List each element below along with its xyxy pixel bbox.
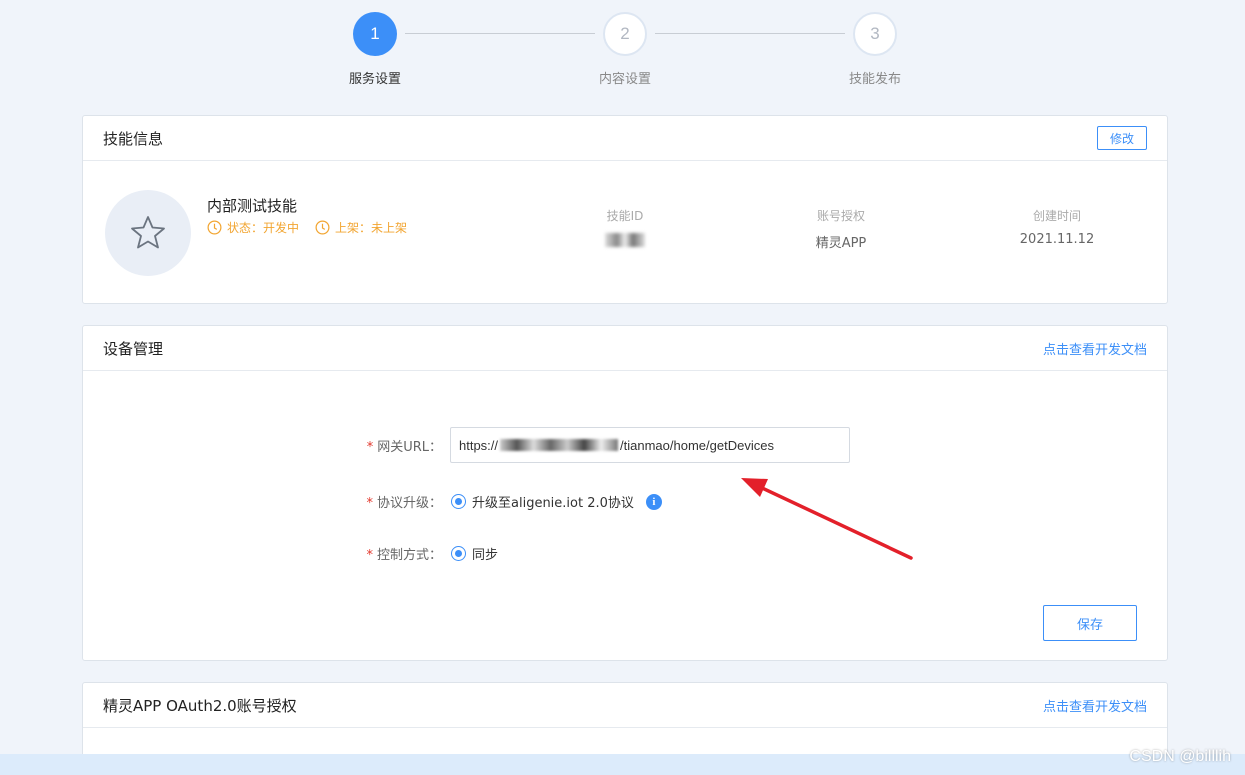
- gateway-label: * 网关URL：: [366, 439, 442, 455]
- step-number: 3: [853, 12, 897, 56]
- step-label: 服务设置: [348, 72, 401, 87]
- radio-button[interactable]: [451, 494, 466, 509]
- shelf-tag: 上架：未上架: [315, 219, 407, 236]
- skill-name: 内部测试技能: [207, 197, 298, 215]
- auth-column: 账号授权 精灵APP: [771, 207, 911, 251]
- protocol-radio[interactable]: 升级至aligenie.iot 2.0协议: [451, 492, 634, 511]
- card-title: 技能信息: [103, 129, 164, 148]
- device-form: * 网关URL： https:// /tianmao/home/getDevice…: [83, 371, 1167, 660]
- skill-id-value: [555, 232, 695, 247]
- url-prefix: https://: [459, 437, 499, 453]
- url-suffix: /tianmao/home/getDevices: [620, 437, 774, 453]
- progress-steps: 1 服务设置 2 内容设置 3 技能发布: [0, 12, 1245, 92]
- skill-id-column: 技能ID: [555, 207, 695, 247]
- card-title: 精灵APP OAuth2.0账号授权: [103, 696, 297, 715]
- clock-icon: [315, 220, 330, 235]
- created-column: 创建时间 2021.11.12: [987, 207, 1127, 247]
- step-skill-publish[interactable]: 3 技能发布: [825, 12, 925, 87]
- skill-avatar: [105, 190, 191, 276]
- save-button[interactable]: 保存: [1043, 605, 1137, 641]
- step-label: 技能发布: [848, 72, 901, 87]
- star-icon: [131, 216, 165, 249]
- device-mgmt-card: 设备管理 点击查看开发文档 * 网关URL： https:// /tianmao/…: [82, 325, 1168, 661]
- control-option-label: 同步: [472, 548, 499, 563]
- skill-body: 内部测试技能 状态：开发中 上架：未上架 技能ID 账号授权 精灵APP 创建时…: [83, 161, 1167, 303]
- clock-icon: [207, 220, 222, 235]
- created-label: 创建时间: [1032, 209, 1081, 223]
- radio-button[interactable]: [451, 546, 466, 561]
- protocol-option-label: 升级至aligenie.iot 2.0协议: [472, 496, 634, 511]
- step-label: 内容设置: [598, 72, 651, 87]
- step-content-settings[interactable]: 2 内容设置: [575, 12, 675, 87]
- edit-button[interactable]: 修改: [1097, 126, 1147, 150]
- step-connector: [405, 33, 595, 34]
- skill-tags: 状态：开发中 上架：未上架: [207, 219, 407, 236]
- info-icon[interactable]: i: [645, 493, 662, 510]
- card-title: 设备管理: [103, 339, 164, 358]
- control-row: * 控制方式： 同步: [343, 544, 498, 563]
- doc-link[interactable]: 点击查看开发文档: [1043, 339, 1147, 358]
- url-redacted: [500, 439, 619, 451]
- control-label: * 控制方式：: [366, 548, 442, 563]
- watermark: CSDN @billlih: [1129, 748, 1231, 765]
- auth-value: 精灵APP: [815, 236, 867, 251]
- control-radio[interactable]: 同步: [451, 544, 498, 563]
- protocol-row: * 协议升级： 升级至aligenie.iot 2.0协议 i: [343, 492, 662, 511]
- step-number: 1: [353, 12, 397, 56]
- gateway-url-input[interactable]: https:// /tianmao/home/getDevices: [450, 427, 850, 463]
- auth-label: 账号授权: [816, 209, 865, 223]
- status-text: 状态：开发中: [227, 221, 300, 235]
- bottom-bar: [0, 754, 1245, 775]
- doc-link[interactable]: 点击查看开发文档: [1043, 696, 1147, 715]
- status-tag: 状态：开发中: [207, 219, 299, 236]
- card-header: 精灵APP OAuth2.0账号授权 点击查看开发文档: [83, 683, 1167, 728]
- card-header: 技能信息 修改: [83, 116, 1167, 161]
- step-service-settings[interactable]: 1 服务设置: [325, 12, 425, 87]
- gateway-row: * 网关URL： https:// /tianmao/home/getDevice…: [343, 427, 850, 463]
- shelf-text: 上架：未上架: [335, 221, 408, 235]
- step-number: 2: [603, 12, 647, 56]
- skill-id-label: 技能ID: [606, 209, 644, 223]
- protocol-label: * 协议升级：: [366, 496, 442, 511]
- skill-info-card: 技能信息 修改 内部测试技能 状态：开发中 上架：未上架 技能ID 账号授权 精…: [82, 115, 1168, 304]
- created-value: 2021.11.12: [1019, 232, 1095, 247]
- step-connector: [655, 33, 845, 34]
- card-header: 设备管理 点击查看开发文档: [83, 326, 1167, 371]
